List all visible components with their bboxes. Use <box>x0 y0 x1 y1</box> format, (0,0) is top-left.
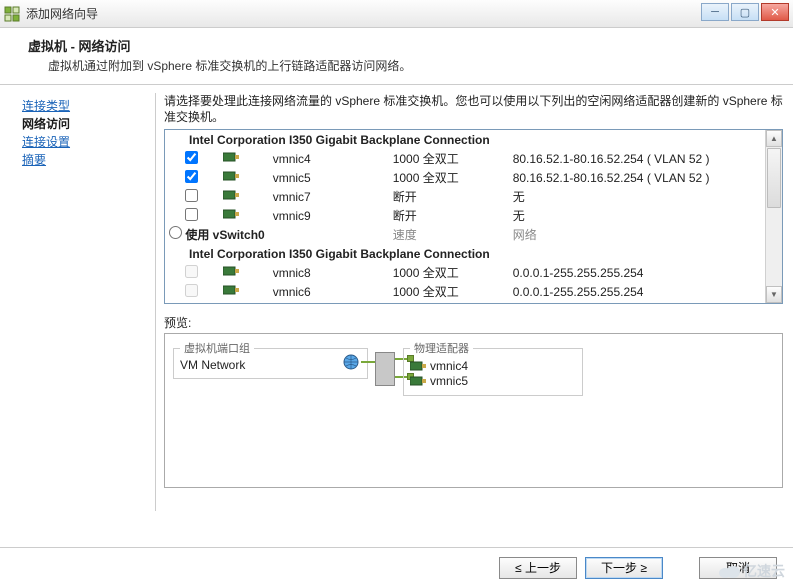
scroll-down-icon[interactable]: ▼ <box>766 286 782 303</box>
watermark: 亿速云 <box>717 561 785 581</box>
page-title: 虚拟机 - 网络访问 <box>28 36 773 55</box>
nic-name: vmnic8 <box>269 263 389 282</box>
portgroup-fieldset: 虚拟机端口组 VM Network <box>173 340 368 379</box>
adapter-name: vmnic5 <box>430 374 468 388</box>
nic-name: vmnic6 <box>269 282 389 301</box>
wizard-header: 虚拟机 - 网络访问 虚拟机通过附加到 vSphere 标准交换机的上行链路适配… <box>0 28 793 84</box>
scroll-thumb[interactable] <box>767 148 781 208</box>
preview-label: 预览: <box>164 314 783 331</box>
back-button[interactable]: ≤ 上一步 <box>499 557 577 579</box>
nic-speed: 断开 <box>389 187 509 206</box>
connector-line <box>361 361 375 363</box>
nic-icon <box>223 170 239 182</box>
nic-speed: 1000 全双工 <box>389 149 509 168</box>
nic-checkbox[interactable] <box>185 170 198 183</box>
app-icon <box>4 6 20 22</box>
adapter-table: Intel Corporation I350 Gigabit Backplane… <box>164 129 783 304</box>
nic-name: vmnic7 <box>269 187 389 206</box>
nic-network: 0.0.0.1-255.255.255.254 <box>509 282 765 301</box>
window-title: 添加网络向导 <box>26 5 98 22</box>
nic-icon <box>223 151 239 163</box>
nic-speed: 1000 全双工 <box>389 282 509 301</box>
globe-icon <box>343 354 359 370</box>
vswitch-label: 使用 vSwitch0 <box>185 228 264 242</box>
table-row: vmnic7 断开 无 <box>165 187 765 206</box>
next-button[interactable]: 下一步 ≥ <box>585 557 663 579</box>
nic-speed: 1000 全双工 <box>389 263 509 282</box>
nic-icon <box>223 284 239 296</box>
preview-box: 虚拟机端口组 VM Network 物理适配器 vmnic4 <box>164 333 783 488</box>
portgroup-legend: 虚拟机端口组 <box>180 340 254 356</box>
nic-name: vmnic9 <box>269 206 389 225</box>
table-row: vmnic4 1000 全双工 80.16.52.1-80.16.52.254 … <box>165 149 765 168</box>
adapters-legend: 物理适配器 <box>410 340 473 356</box>
nic-name: vmnic5 <box>269 168 389 187</box>
nic-network: 80.16.52.1-80.16.52.254 ( VLAN 52 ) <box>509 168 765 187</box>
nic-checkbox[interactable] <box>185 265 198 278</box>
nic-speed: 断开 <box>389 206 509 225</box>
adapter-line: vmnic4 <box>410 359 576 373</box>
step-connection-settings[interactable]: 连接设置 <box>22 133 149 151</box>
instruction-text: 请选择要处理此连接网络流量的 vSphere 标准交换机。您也可以使用以下列出的… <box>164 93 783 125</box>
scroll-up-icon[interactable]: ▲ <box>766 130 782 147</box>
wizard-steps: 连接类型 网络访问 连接设置 摘要 <box>0 85 155 515</box>
nic-group-header: Intel Corporation I350 Gigabit Backplane… <box>165 130 765 149</box>
table-row: vmnic5 1000 全双工 80.16.52.1-80.16.52.254 … <box>165 168 765 187</box>
network-header: 网络 <box>509 225 765 244</box>
minimize-button[interactable]: ─ <box>701 3 729 21</box>
nic-icon <box>223 265 239 277</box>
titlebar: 添加网络向导 ─ ▢ ✕ <box>0 0 793 28</box>
nic-group-header: Intel Corporation I350 Gigabit Backplane… <box>165 244 765 263</box>
nic-network: 无 <box>509 206 765 225</box>
nic-checkbox[interactable] <box>185 151 198 164</box>
nic-icon <box>410 375 426 387</box>
step-summary[interactable]: 摘要 <box>22 151 149 169</box>
close-button[interactable]: ✕ <box>761 3 789 21</box>
nic-checkbox[interactable] <box>185 189 198 202</box>
window-buttons: ─ ▢ ✕ <box>701 3 789 21</box>
table-row: vmnic6 1000 全双工 0.0.0.1-255.255.255.254 <box>165 282 765 301</box>
nic-name: vmnic4 <box>269 149 389 168</box>
nic-icon <box>223 189 239 201</box>
main-panel: 请选择要处理此连接网络流量的 vSphere 标准交换机。您也可以使用以下列出的… <box>156 85 793 515</box>
maximize-button[interactable]: ▢ <box>731 3 759 21</box>
wizard-footer: ≤ 上一步 下一步 ≥ 取消 <box>0 547 793 587</box>
table-row: vmnic8 1000 全双工 0.0.0.1-255.255.255.254 <box>165 263 765 282</box>
portgroup-name: VM Network <box>180 358 361 372</box>
adapter-line: vmnic5 <box>410 374 576 388</box>
nic-icon <box>223 208 239 220</box>
nic-icon <box>410 360 426 372</box>
nic-network: 80.16.52.1-80.16.52.254 ( VLAN 52 ) <box>509 149 765 168</box>
use-vswitch-radio[interactable] <box>169 226 182 239</box>
vertical-scrollbar[interactable]: ▲ ▼ <box>765 130 782 303</box>
table-row: vmnic9 断开 无 <box>165 206 765 225</box>
vswitch-row: 使用 vSwitch0 速度 网络 <box>165 225 765 244</box>
adapters-fieldset: 物理适配器 vmnic4 vmnic5 <box>403 340 583 396</box>
speed-header: 速度 <box>389 225 509 244</box>
nic-network: 0.0.0.1-255.255.255.254 <box>509 263 765 282</box>
cloud-icon <box>717 563 741 579</box>
adapter-name: vmnic4 <box>430 359 468 373</box>
wizard-body: 连接类型 网络访问 连接设置 摘要 请选择要处理此连接网络流量的 vSphere… <box>0 85 793 515</box>
nic-checkbox[interactable] <box>185 284 198 297</box>
nic-speed: 1000 全双工 <box>389 168 509 187</box>
vswitch-bar <box>375 352 395 386</box>
nic-network: 无 <box>509 187 765 206</box>
step-connection-type[interactable]: 连接类型 <box>22 97 149 115</box>
nic-checkbox[interactable] <box>185 208 198 221</box>
page-subtitle: 虚拟机通过附加到 vSphere 标准交换机的上行链路适配器访问网络。 <box>48 57 773 74</box>
step-network-access[interactable]: 网络访问 <box>22 115 149 133</box>
